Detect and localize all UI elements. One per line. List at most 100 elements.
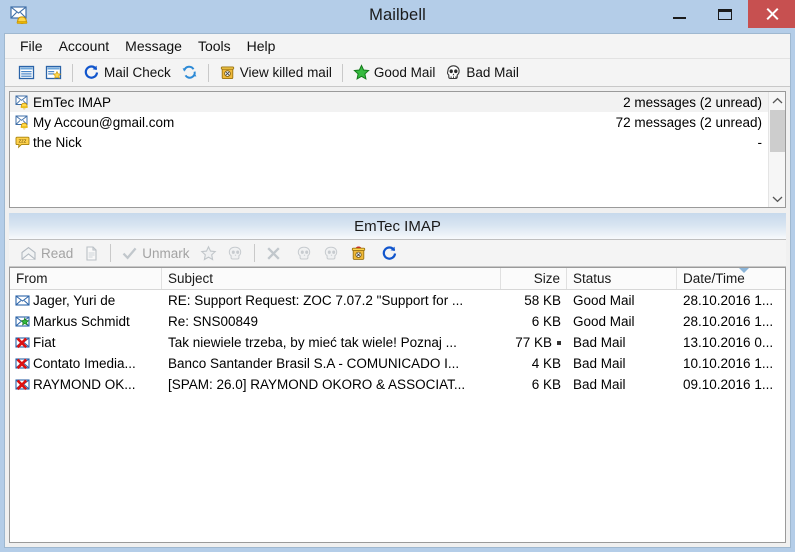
scroll-up-button[interactable] (769, 92, 785, 109)
toolbar-separator (207, 63, 209, 82)
view-preview-button[interactable] (40, 61, 67, 85)
view-list-button[interactable] (13, 61, 40, 85)
skull-icon (445, 64, 462, 81)
cell-subject: Banco Santander Brasil S.A - COMUNICADO … (162, 356, 501, 371)
scroll-down-button[interactable] (769, 190, 785, 207)
cell-from: Markus Schmidt (10, 314, 162, 329)
main-toolbar: Mail Check View killed mail Good Mail Ba… (5, 59, 790, 87)
good-mail-button[interactable]: Good Mail (348, 61, 441, 85)
unread-button[interactable] (78, 241, 105, 265)
menu-item-account[interactable]: Account (51, 35, 118, 58)
star-outline-icon (200, 244, 217, 262)
column-header-subject[interactable]: Subject (162, 268, 501, 289)
unmark-good-button[interactable] (195, 241, 222, 265)
table-row[interactable]: Markus Schmidt Re: SNS00849 6 KB Good Ma… (10, 311, 785, 332)
window-controls (656, 0, 795, 28)
column-header-status[interactable]: Status (567, 268, 677, 289)
column-header-from[interactable]: From (10, 268, 162, 289)
bad-mail-button[interactable]: Bad Mail (440, 61, 524, 85)
cell-from: RAYMOND OK... (10, 377, 162, 392)
envelope-unread-icon (15, 293, 30, 308)
minimize-button[interactable] (656, 0, 702, 28)
list-view-icon (18, 64, 35, 81)
chevron-up-icon (772, 97, 783, 105)
chevron-down-icon (772, 195, 783, 203)
cell-size: 58 KB (501, 293, 567, 308)
read-label: Read (41, 245, 74, 261)
size-text: 6 KB (531, 377, 561, 392)
table-row[interactable]: Jager, Yuri de RE: Support Request: ZOC … (10, 290, 785, 311)
svg-text:zzz: zzz (18, 139, 26, 145)
view-killed-mail-button[interactable]: View killed mail (214, 61, 337, 85)
mark-bad-button[interactable] (291, 241, 318, 265)
column-header-datetime-label: Date/Time (683, 271, 745, 286)
cell-datetime: 28.10.2016 1... (683, 314, 774, 329)
account-message-count: 72 messages (2 unread) (615, 114, 762, 130)
mail-toolbar: Read Unmark (9, 240, 786, 267)
sort-descending-icon (739, 268, 749, 273)
refresh-messages-button[interactable] (376, 241, 403, 265)
message-table-body: Jager, Yuri de RE: Support Request: ZOC … (10, 290, 785, 542)
cell-status: Bad Mail (573, 356, 626, 371)
skull-gray-icon (296, 245, 313, 262)
unmark-bad-button[interactable] (222, 241, 249, 265)
account-row-gmail[interactable]: My Accoun@gmail.com 72 messages (2 unrea… (10, 112, 768, 132)
green-star-icon (353, 64, 370, 81)
read-button[interactable]: Read (15, 241, 78, 265)
refresh-blue-icon (381, 245, 398, 262)
cell-status: Bad Mail (573, 335, 626, 350)
close-button[interactable] (748, 0, 795, 28)
menu-item-file[interactable]: File (12, 35, 51, 58)
open-envelope-icon (20, 245, 37, 262)
column-header-size[interactable]: Size (501, 268, 567, 289)
mark-bad2-button[interactable] (318, 241, 345, 265)
delete-marked-button[interactable] (345, 241, 376, 265)
table-row[interactable]: Fiat Tak niewiele trzeba, by mieć tak wi… (10, 332, 785, 353)
menu-item-tools[interactable]: Tools (190, 35, 239, 58)
cell-subject: RE: Support Request: ZOC 7.07.2 "Support… (162, 293, 501, 308)
cell-size: 6 KB (501, 377, 567, 392)
account-list-scrollbar[interactable] (768, 92, 785, 207)
envelope-bell-icon (15, 114, 31, 130)
sync-arrows-icon (181, 64, 198, 81)
menu-item-message[interactable]: Message (117, 35, 190, 58)
size-text: 58 KB (524, 293, 561, 308)
trash-can-icon (219, 64, 236, 81)
message-table: From Subject Size Status Date/Time Jager… (9, 267, 786, 543)
toolbar-separator (253, 244, 255, 262)
account-list: EmTec IMAP 2 messages (2 unread) My Acco… (10, 92, 768, 207)
mark-button[interactable] (260, 241, 291, 265)
scrollbar-thumb[interactable] (770, 110, 785, 152)
table-row[interactable]: Contato Imedia... Banco Santander Brasil… (10, 353, 785, 374)
mail-check-button[interactable]: Mail Check (78, 61, 176, 85)
size-text: 4 KB (531, 356, 561, 371)
maximize-button[interactable] (702, 0, 748, 28)
unmark-label: Unmark (142, 245, 190, 261)
account-row-nick[interactable]: zzz the Nick - (10, 132, 768, 152)
app-window: Mailbell File Account Message Tools Help (0, 0, 795, 552)
table-row[interactable]: RAYMOND OK... [SPAM: 26.0] RAYMOND OKORO… (10, 374, 785, 395)
mail-check-label: Mail Check (104, 65, 171, 80)
account-row-emtec[interactable]: EmTec IMAP 2 messages (2 unread) (10, 92, 768, 112)
check-icon (121, 245, 138, 262)
subject-text: [SPAM: 26.0] RAYMOND OKORO & ASSOCIAT... (168, 377, 466, 392)
menu-item-help[interactable]: Help (239, 35, 284, 58)
document-icon (83, 245, 100, 262)
zzz-bubble-icon: zzz (15, 134, 31, 150)
cell-size: 6 KB (501, 314, 567, 329)
envelope-red-x-icon (15, 356, 30, 371)
from-text: Contato Imedia... (33, 356, 136, 371)
client-area: File Account Message Tools Help Mail Che… (4, 33, 791, 548)
cell-datetime: 10.10.2016 1... (683, 356, 774, 371)
sync-button[interactable] (176, 61, 203, 85)
subject-text: Banco Santander Brasil S.A - COMUNICADO … (168, 356, 460, 371)
unmark-button[interactable]: Unmark (116, 241, 194, 265)
message-table-header: From Subject Size Status Date/Time (10, 268, 785, 290)
cell-from: Jager, Yuri de (10, 293, 162, 308)
from-text: Markus Schmidt (33, 314, 130, 329)
column-header-datetime[interactable]: Date/Time (677, 268, 785, 289)
size-text: 77 KB (515, 335, 552, 350)
mail-panel-title: EmTec IMAP (9, 213, 786, 240)
bad-mail-label: Bad Mail (466, 65, 519, 80)
cell-subject: [SPAM: 26.0] RAYMOND OKORO & ASSOCIAT... (162, 377, 501, 392)
